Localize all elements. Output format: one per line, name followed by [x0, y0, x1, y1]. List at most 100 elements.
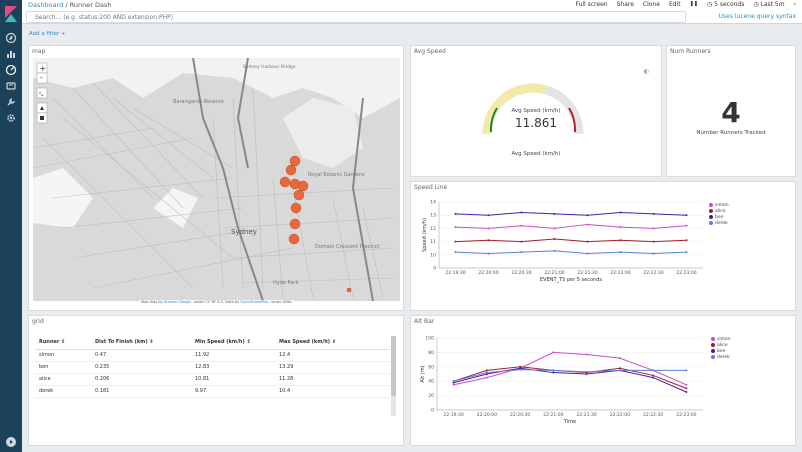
runner-marker[interactable] — [290, 202, 302, 214]
data-point[interactable] — [452, 383, 455, 386]
data-point[interactable] — [552, 371, 555, 374]
add-filter-link[interactable]: Add a filter + — [29, 31, 66, 37]
data-point[interactable] — [586, 252, 589, 255]
column-header-dist[interactable]: Dist To Finish (km) ⇕ — [91, 336, 191, 350]
lucene-syntax-link[interactable]: Uses lucene query syntax — [719, 13, 796, 20]
data-point[interactable] — [553, 212, 556, 215]
legend-item-derek[interactable]: derek — [711, 354, 731, 360]
data-point[interactable] — [487, 252, 490, 255]
data-point[interactable] — [619, 239, 622, 242]
runner-marker[interactable] — [285, 164, 297, 176]
full-screen-button[interactable]: Full screen — [575, 1, 607, 8]
data-point[interactable] — [619, 251, 622, 254]
data-point[interactable] — [553, 249, 556, 252]
data-point[interactable] — [485, 371, 488, 374]
data-point[interactable] — [685, 387, 688, 390]
column-header-min-speed[interactable]: Min Speed (km/h) ⇕ — [191, 336, 275, 350]
discover-icon[interactable] — [5, 32, 17, 44]
runner-marker[interactable] — [289, 155, 301, 167]
data-point[interactable] — [618, 367, 621, 370]
data-point[interactable] — [520, 251, 523, 254]
data-point[interactable] — [487, 227, 490, 230]
data-point[interactable] — [586, 214, 589, 217]
breadcrumb-dashboard-link[interactable]: Dashboard — [28, 1, 63, 9]
data-point[interactable] — [619, 226, 622, 229]
map-canvas[interactable]: Barangaroo Reserve Sydney Royal Botanic … — [33, 58, 400, 301]
data-point[interactable] — [586, 223, 589, 226]
data-point[interactable] — [487, 214, 490, 217]
time-picker-button[interactable]: ◷ Last 5m — [753, 1, 784, 8]
data-point[interactable] — [652, 252, 655, 255]
series-line-simon[interactable] — [453, 351, 687, 386]
data-point[interactable] — [520, 224, 523, 227]
series-line-alice[interactable] — [455, 238, 687, 243]
data-point[interactable] — [652, 374, 655, 377]
runner-marker[interactable] — [279, 176, 291, 188]
data-point[interactable] — [553, 227, 556, 230]
runner-marker[interactable] — [293, 189, 305, 201]
kibana-logo[interactable] — [4, 6, 18, 22]
data-point[interactable] — [685, 391, 688, 393]
data-point[interactable] — [452, 380, 455, 383]
data-point[interactable] — [454, 240, 457, 243]
runner-marker[interactable] — [346, 287, 352, 293]
data-point[interactable] — [652, 376, 655, 379]
data-point[interactable] — [585, 373, 588, 375]
data-point[interactable] — [685, 369, 688, 372]
edit-button[interactable]: Edit — [669, 1, 681, 8]
visualize-icon[interactable] — [5, 48, 17, 60]
pause-icon[interactable]: ❚❚ — [690, 1, 698, 8]
series-line-ben[interactable] — [455, 212, 687, 216]
data-point[interactable] — [618, 357, 621, 360]
data-point[interactable] — [552, 369, 555, 372]
refresh-interval-button[interactable]: ◷ 5 seconds — [707, 1, 744, 8]
data-point[interactable] — [487, 239, 490, 242]
runner-marker[interactable] — [289, 218, 301, 230]
data-point[interactable] — [552, 351, 555, 354]
data-point[interactable] — [652, 212, 655, 215]
data-point[interactable] — [619, 211, 622, 214]
data-point[interactable] — [520, 240, 523, 243]
data-point[interactable] — [485, 369, 488, 372]
column-header-max-speed[interactable]: Max Speed (km/h) ⇕ — [275, 336, 390, 350]
settings-gear-icon[interactable] — [5, 112, 17, 124]
legend-toggle-icon[interactable]: ◐ — [644, 68, 649, 75]
share-button[interactable]: Share — [617, 1, 634, 8]
data-point[interactable] — [685, 214, 688, 217]
data-point[interactable] — [685, 239, 688, 242]
data-point[interactable] — [519, 368, 522, 371]
runner-marker[interactable] — [297, 180, 309, 192]
series-line-derek[interactable] — [455, 250, 687, 254]
data-point[interactable] — [520, 211, 523, 214]
table-scrollbar[interactable] — [391, 336, 396, 416]
series-line-simon[interactable] — [455, 223, 687, 229]
time-forward-icon[interactable]: › — [794, 1, 796, 8]
data-point[interactable] — [618, 369, 621, 372]
osm-link[interactable]: OpenStreetMap — [240, 300, 268, 304]
search-input[interactable] — [35, 12, 675, 22]
data-point[interactable] — [585, 370, 588, 373]
data-point[interactable] — [652, 240, 655, 243]
data-point[interactable] — [685, 224, 688, 227]
data-point[interactable] — [586, 240, 589, 243]
column-header-runner[interactable]: Runner ⇕ — [35, 336, 91, 350]
data-point[interactable] — [685, 251, 688, 254]
scrollbar-thumb[interactable] — [391, 336, 396, 396]
data-point[interactable] — [585, 353, 588, 356]
clone-button[interactable]: Clone — [643, 1, 660, 8]
dashboard-icon[interactable] — [5, 64, 17, 76]
data-point[interactable] — [553, 237, 556, 240]
dev-tools-icon[interactable] — [5, 96, 17, 108]
data-point[interactable] — [454, 226, 457, 229]
stamen-link[interactable]: Stamen Design — [164, 300, 191, 304]
data-point[interactable] — [454, 212, 457, 215]
timelion-icon[interactable] — [5, 80, 17, 92]
data-point[interactable] — [685, 383, 688, 386]
runner-marker[interactable] — [288, 233, 300, 245]
data-point[interactable] — [454, 251, 457, 254]
collapse-play-icon[interactable] — [5, 436, 17, 448]
data-point[interactable] — [485, 376, 488, 379]
data-point[interactable] — [652, 369, 655, 372]
legend-item-derek[interactable]: derek — [709, 220, 729, 226]
data-point[interactable] — [652, 227, 655, 230]
